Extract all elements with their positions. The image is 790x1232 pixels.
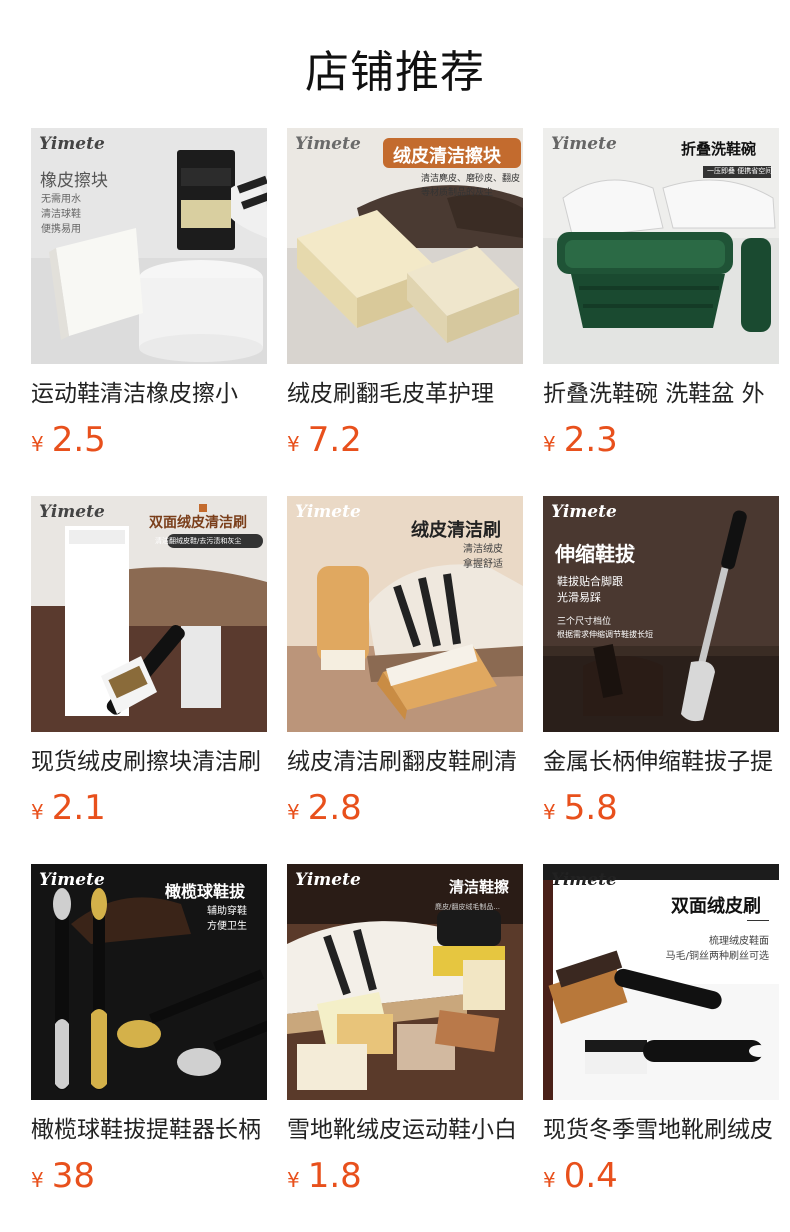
product-price: ¥1.8: [287, 1156, 523, 1202]
product-grid: Yimete 橡皮擦块 无需用水 清洁球鞋 便携易用 运动鞋清洁橡皮擦小 ¥2.5: [31, 128, 779, 1208]
product-image[interactable]: Yimete 清洁鞋擦 麂皮/翻皮绒毛制品...: [287, 864, 523, 1100]
brand-logo: Yimete: [295, 134, 361, 154]
currency-symbol: ¥: [543, 1168, 556, 1192]
brand-logo: Yimete: [551, 502, 617, 522]
product-image-tag: 折叠洗鞋碗: [681, 140, 757, 158]
product-name[interactable]: 运动鞋清洁橡皮擦小: [31, 378, 267, 412]
product-price: ¥2.3: [543, 420, 779, 466]
product-name[interactable]: 折叠洗鞋碗 洗鞋盆 外: [543, 378, 779, 412]
brand-logo: Yimete: [39, 870, 105, 890]
brand-logo: Yimete: [39, 502, 105, 522]
product-price: ¥2.5: [31, 420, 267, 466]
product-name[interactable]: 现货绒皮刷擦块清洁刷: [31, 746, 267, 780]
product-image[interactable]: Yimete 绒皮清洁擦块 清洁麂皮、磨砂皮、翻皮 等材质制品的灰尘: [287, 128, 523, 364]
product-image-tag: 伸缩鞋拔: [555, 542, 635, 566]
product-image[interactable]: Yimete 双面绒皮刷 梳理绒皮鞋面 马毛/铜丝两种刷丝可选: [543, 864, 779, 1100]
currency-symbol: ¥: [31, 1168, 44, 1192]
brand-logo: Yimete: [551, 870, 617, 890]
product-image-caption: 清洁绒皮 拿握舒适: [463, 544, 503, 570]
product-card[interactable]: Yimete 双面绒皮刷 梳理绒皮鞋面 马毛/铜丝两种刷丝可选 现货冬季雪地靴刷绒…: [543, 864, 779, 1208]
price-value: 2.5: [51, 420, 106, 460]
product-price: ¥5.8: [543, 788, 779, 834]
brand-logo: Yimete: [39, 134, 105, 154]
product-image[interactable]: Yimete 双面绒皮清洁刷 清洁翻绒皮鞋/去污渍和灰尘: [31, 496, 267, 732]
product-image[interactable]: Yimete 折叠洗鞋碗 一压即叠 便携省空间: [543, 128, 779, 364]
product-image-caption: 无需用水 清洁球鞋 便携易用: [41, 194, 81, 235]
product-card[interactable]: Yimete 橡皮擦块 无需用水 清洁球鞋 便携易用 运动鞋清洁橡皮擦小 ¥2.5: [31, 128, 267, 472]
product-image-tag: 橄榄球鞋拔: [165, 882, 246, 901]
product-card[interactable]: Yimete 折叠洗鞋碗 一压即叠 便携省空间 折叠洗鞋碗 洗鞋盆 外 ¥2.3: [543, 128, 779, 472]
price-value: 0.4: [563, 1156, 618, 1196]
product-price: ¥7.2: [287, 420, 523, 466]
product-image-caption: 麂皮/翻皮绒毛制品...: [435, 903, 501, 911]
product-price: ¥2.1: [31, 788, 267, 834]
product-name[interactable]: 橄榄球鞋拔提鞋器长柄: [31, 1114, 267, 1148]
product-image-caption: 清洁麂皮、磨砂皮、翻皮 等材质制品的灰尘: [421, 174, 521, 198]
product-image-caption: 辅助穿鞋 方便卫生: [207, 906, 247, 932]
price-value: 2.1: [51, 788, 106, 828]
currency-symbol: ¥: [543, 800, 556, 824]
product-image-tag: 绒皮清洁刷: [411, 520, 501, 541]
product-image-caption: 梳理绒皮鞋面 马毛/铜丝两种刷丝可选: [665, 936, 769, 962]
product-image-tag: 双面绒皮刷: [671, 896, 761, 917]
product-image[interactable]: Yimete 橡皮擦块 无需用水 清洁球鞋 便携易用: [31, 128, 267, 364]
product-image-tag: 绒皮清洁擦块: [393, 146, 501, 167]
price-value: 1.8: [307, 1156, 362, 1196]
price-value: 5.8: [563, 788, 618, 828]
product-image-tag: 橡皮擦块: [40, 171, 108, 191]
currency-symbol: ¥: [287, 1168, 300, 1192]
price-value: 7.2: [307, 420, 362, 460]
currency-symbol: ¥: [31, 432, 44, 456]
currency-symbol: ¥: [287, 432, 300, 456]
product-image[interactable]: Yimete 橄榄球鞋拔 辅助穿鞋 方便卫生: [31, 864, 267, 1100]
product-image[interactable]: Yimete 绒皮清洁刷 清洁绒皮 拿握舒适: [287, 496, 523, 732]
brand-logo: Yimete: [551, 134, 617, 154]
product-name[interactable]: 绒皮清洁刷翻皮鞋刷清: [287, 746, 523, 780]
product-name[interactable]: 现货冬季雪地靴刷绒皮: [543, 1114, 779, 1148]
store-recommendation-page: 店铺推荐 Yimete 橡皮擦块 无需用水 清洁球鞋 便携易用 运动鞋清洁橡皮擦…: [0, 0, 790, 1232]
product-card[interactable]: Yimete 绒皮清洁刷 清洁绒皮 拿握舒适 绒皮清洁刷翻皮鞋刷清 ¥2.8: [287, 496, 523, 840]
product-card[interactable]: Yimete 绒皮清洁擦块 清洁麂皮、磨砂皮、翻皮 等材质制品的灰尘 绒皮刷翻毛皮…: [287, 128, 523, 472]
divider: [747, 920, 769, 921]
brand-logo: Yimete: [295, 870, 361, 890]
currency-symbol: ¥: [287, 800, 300, 824]
product-name[interactable]: 绒皮刷翻毛皮革护理: [287, 378, 523, 412]
product-price: ¥38: [31, 1156, 267, 1202]
price-value: 2.8: [307, 788, 362, 828]
product-image-tag: 双面绒皮清洁刷: [149, 515, 247, 531]
page-title: 店铺推荐: [305, 47, 485, 98]
product-card[interactable]: Yimete 橄榄球鞋拔 辅助穿鞋 方便卫生 橄榄球鞋拔提鞋器长柄 ¥38: [31, 864, 267, 1208]
brand-logo: Yimete: [295, 502, 361, 522]
currency-symbol: ¥: [31, 800, 44, 824]
product-image-caption: 一压即叠 便携省空间: [707, 167, 773, 175]
product-price: ¥0.4: [543, 1156, 779, 1202]
product-image[interactable]: Yimete 伸缩鞋拔 鞋拔贴合脚跟 光滑易踩 三个尺寸档位 根据需求伸缩调节鞋拔…: [543, 496, 779, 732]
product-card[interactable]: Yimete 伸缩鞋拔 鞋拔贴合脚跟 光滑易踩 三个尺寸档位 根据需求伸缩调节鞋拔…: [543, 496, 779, 840]
price-value: 2.3: [563, 420, 618, 460]
product-image-tag: 清洁鞋擦: [449, 878, 510, 896]
product-image-caption: 鞋拔贴合脚跟 光滑易踩 三个尺寸档位 根据需求伸缩调节鞋拔长短: [557, 575, 653, 639]
product-image-caption: 清洁翻绒皮鞋/去污渍和灰尘: [155, 537, 242, 545]
product-price: ¥2.8: [287, 788, 523, 834]
product-card[interactable]: Yimete 双面绒皮清洁刷 清洁翻绒皮鞋/去污渍和灰尘 现货绒皮刷擦块清洁刷 …: [31, 496, 267, 840]
product-name[interactable]: 雪地靴绒皮运动鞋小白: [287, 1114, 523, 1148]
currency-symbol: ¥: [543, 432, 556, 456]
product-name[interactable]: 金属长柄伸缩鞋拔子提: [543, 746, 779, 780]
price-value: 38: [51, 1156, 95, 1196]
product-card[interactable]: Yimete 清洁鞋擦 麂皮/翻皮绒毛制品... 雪地靴绒皮运动鞋小白 ¥1.8: [287, 864, 523, 1208]
